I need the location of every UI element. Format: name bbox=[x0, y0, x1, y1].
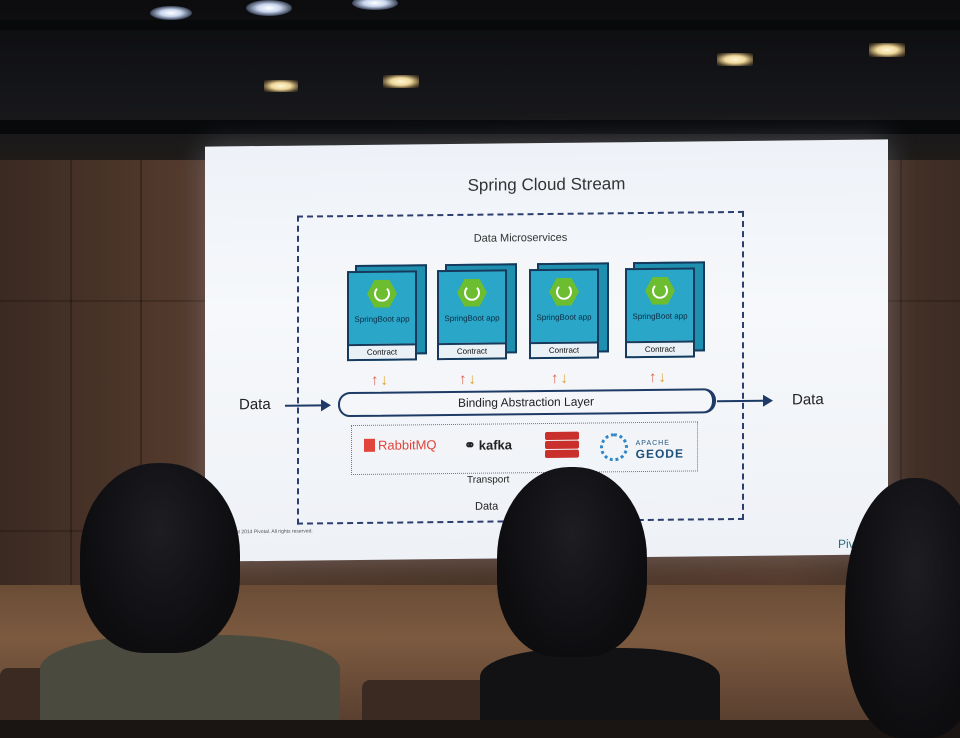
app-name: SpringBoot app bbox=[632, 311, 688, 322]
app-card: SpringBoot app Contract bbox=[529, 268, 599, 360]
io-arrows: ↑ ↓ bbox=[649, 368, 667, 386]
geode-big-label: GEODE bbox=[635, 446, 684, 461]
redis-layer bbox=[545, 449, 579, 459]
geode-logo: APACHE GEODE bbox=[600, 433, 684, 462]
kafka-logo: ⚭ kafka bbox=[464, 436, 512, 454]
power-icon bbox=[457, 278, 487, 308]
audience-shoulders bbox=[480, 648, 720, 720]
ceiling-light bbox=[150, 6, 192, 20]
redis-layer bbox=[545, 440, 579, 450]
springboot-app-3: SpringBoot app Contract bbox=[529, 262, 613, 360]
app-name: SpringBoot app bbox=[354, 314, 410, 325]
redis-icon bbox=[545, 431, 579, 459]
contract-label: Contract bbox=[349, 343, 415, 360]
app-name: SpringBoot app bbox=[536, 312, 592, 323]
kafka-icon: ⚭ bbox=[464, 436, 476, 453]
binding-abstraction-layer: Binding Abstraction Layer bbox=[338, 388, 716, 418]
data-out-label: Data bbox=[792, 391, 824, 409]
ceiling-light bbox=[352, 0, 398, 10]
arrow-down-icon: ↓ bbox=[468, 370, 477, 388]
transport-box: RabbitMQ ⚭ kafka APACHE GEODE bbox=[351, 421, 698, 476]
power-icon bbox=[645, 276, 675, 306]
redis-layer bbox=[545, 431, 579, 441]
springboot-app-4: SpringBoot app Contract bbox=[625, 261, 709, 359]
arrow-up-icon: ↑ bbox=[371, 371, 379, 389]
io-arrows: ↑ ↓ bbox=[459, 370, 477, 388]
rabbitmq-label: RabbitMQ bbox=[378, 437, 437, 453]
ceiling-light bbox=[869, 43, 905, 57]
arrow-down-icon: ↓ bbox=[560, 369, 569, 387]
app-card: SpringBoot app Contract bbox=[437, 269, 507, 361]
data-microservices-box: Data Microservices SpringBoot app Contra… bbox=[297, 210, 744, 525]
audience-head bbox=[497, 467, 647, 657]
kafka-label: kafka bbox=[478, 437, 512, 453]
ceiling-light bbox=[383, 75, 419, 88]
contract-label: Contract bbox=[627, 340, 693, 357]
ceiling-light bbox=[246, 0, 292, 16]
geode-text: APACHE GEODE bbox=[635, 435, 684, 461]
arrow-down-icon: ↓ bbox=[380, 371, 389, 389]
data-out-arrowhead bbox=[763, 394, 773, 407]
data-microservices-label: Data Microservices bbox=[473, 231, 568, 245]
ceiling-light bbox=[717, 53, 753, 66]
arrow-up-icon: ↑ bbox=[649, 368, 657, 386]
ceiling-light bbox=[264, 80, 298, 92]
copyright-text: ght 2014 Pivotal. All rights reserved. bbox=[233, 528, 313, 536]
arrow-up-icon: ↑ bbox=[459, 370, 467, 388]
app-card: SpringBoot app Contract bbox=[625, 267, 695, 359]
contract-label: Contract bbox=[439, 342, 505, 359]
audience-head bbox=[80, 463, 240, 653]
app-card: SpringBoot app Contract bbox=[347, 270, 417, 362]
io-arrows: ↑ ↓ bbox=[551, 369, 569, 387]
app-name: SpringBoot app bbox=[444, 313, 500, 324]
springboot-app-2: SpringBoot app Contract bbox=[437, 263, 521, 361]
arrow-down-icon: ↓ bbox=[658, 368, 667, 386]
rabbitmq-icon bbox=[364, 438, 375, 452]
power-icon bbox=[367, 279, 397, 309]
contract-label: Contract bbox=[531, 341, 597, 358]
power-icon bbox=[549, 277, 579, 307]
ceiling-beam bbox=[0, 120, 960, 134]
wall-seam bbox=[70, 160, 72, 600]
data-bottom-label: Data bbox=[475, 500, 499, 513]
springboot-app-1: SpringBoot app Contract bbox=[347, 264, 431, 362]
arrow-up-icon: ↑ bbox=[551, 369, 559, 387]
ceiling-beam bbox=[0, 20, 960, 30]
io-arrows: ↑ ↓ bbox=[371, 371, 389, 389]
rabbitmq-logo: RabbitMQ bbox=[364, 437, 437, 453]
geode-icon bbox=[600, 433, 628, 462]
transport-label: Transport bbox=[467, 474, 510, 486]
audience-head bbox=[845, 478, 960, 738]
data-in-label: Data bbox=[239, 395, 271, 414]
slide-title: Spring Cloud Stream bbox=[467, 174, 626, 195]
